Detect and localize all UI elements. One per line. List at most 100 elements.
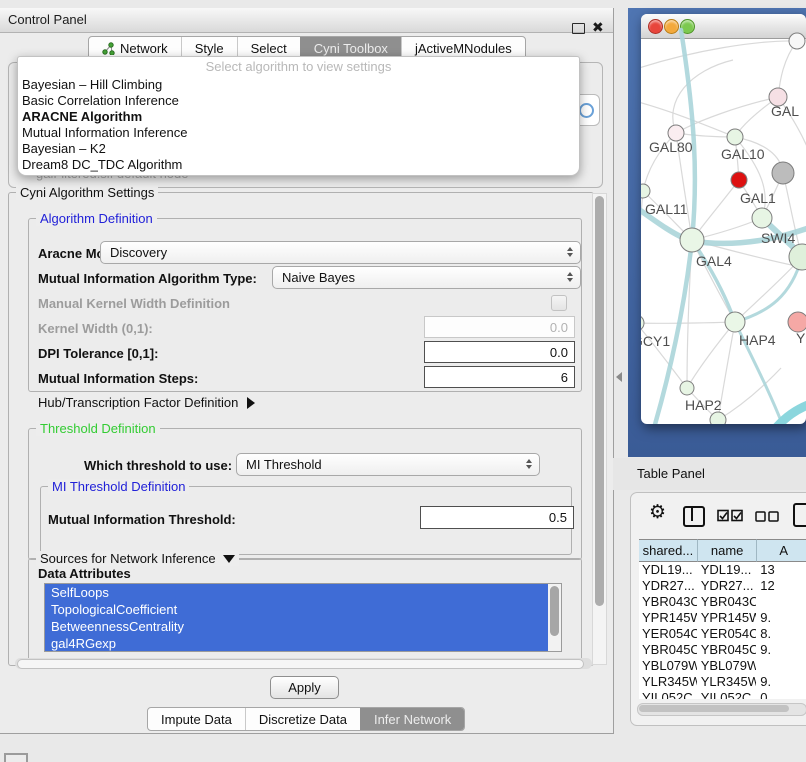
attribute-item[interactable]: TopologicalCoefficient <box>45 601 553 618</box>
table-cell[interactable]: 12 <box>757 578 806 594</box>
network-node[interactable] <box>641 315 644 331</box>
float-window-button[interactable] <box>572 23 585 34</box>
table-cell[interactable]: YDR27... <box>639 578 698 594</box>
table-hscrollbar[interactable] <box>637 703 806 716</box>
close-traffic-light[interactable] <box>648 19 663 34</box>
table-cell[interactable]: YBL079W <box>639 658 698 674</box>
table-cell[interactable]: YER054C <box>639 626 698 642</box>
table-cell[interactable]: 13 <box>757 562 806 578</box>
data-attributes-list[interactable]: SelfLoops TopologicalCoefficient Between… <box>44 583 562 652</box>
network-node[interactable] <box>727 129 743 145</box>
table-cell[interactable]: YLR345W <box>639 674 698 690</box>
table-cell[interactable]: YLR345W <box>698 674 758 690</box>
table-cell[interactable]: YPR145W <box>698 610 758 626</box>
which-threshold-select[interactable]: MI Threshold <box>236 453 540 476</box>
table-cell[interactable]: YBL079W <box>698 658 758 674</box>
mi-type-select[interactable]: Naive Bayes <box>272 266 581 289</box>
algorithm-item[interactable]: Bayesian – K2 <box>18 141 579 157</box>
kernel-width-field[interactable]: 0.0 <box>424 316 575 338</box>
tab-discretize-data[interactable]: Discretize Data <box>245 708 360 730</box>
checked-boxes-icon[interactable] <box>717 509 744 522</box>
table-header-cell[interactable]: shared... <box>639 539 698 562</box>
minimize-traffic-light[interactable] <box>664 19 679 34</box>
apply-button[interactable]: Apply <box>270 676 339 699</box>
aracne-mode-select[interactable]: Discovery <box>100 241 581 264</box>
table-cell[interactable]: YDL19... <box>639 562 698 578</box>
gear-icon[interactable]: ⚙ <box>649 501 666 524</box>
table-header-cell[interactable]: name <box>698 539 758 562</box>
table-cell[interactable] <box>757 658 806 674</box>
table-row[interactable]: YDL19...YDL19...13 <box>639 562 806 578</box>
table-cell[interactable]: 8. <box>757 626 806 642</box>
algorithm-item[interactable]: Dream8 DC_TDC Algorithm <box>18 157 579 173</box>
table-cell[interactable]: YBR043C <box>639 594 698 610</box>
control-panel-titlebar[interactable]: Control Panel ✖ <box>0 8 613 33</box>
close-panel-button[interactable]: ✖ <box>592 19 604 36</box>
table-row[interactable]: YBR043CYBR043C <box>639 594 806 610</box>
table-cell[interactable]: YER054C <box>698 626 758 642</box>
table-cell[interactable]: YPR145W <box>639 610 698 626</box>
tab-impute-data[interactable]: Impute Data <box>148 708 245 730</box>
table-header-cell[interactable]: A <box>757 539 806 562</box>
table-cell[interactable]: 0. <box>757 690 806 699</box>
algorithm-item[interactable]: Mutual Information Inference <box>18 125 579 141</box>
table-hscrollbar-thumb[interactable] <box>639 705 789 712</box>
table-cell[interactable]: 9. <box>757 610 806 626</box>
attribute-item[interactable]: gal4RGexp <box>45 635 553 652</box>
unchecked-boxes-icon[interactable] <box>755 511 780 522</box>
network-node[interactable] <box>680 228 704 252</box>
settings-scrollbar-thumb[interactable] <box>595 196 604 606</box>
algorithm-item[interactable]: Bayesian – Hill Climbing <box>18 77 579 93</box>
mi-steps-field[interactable]: 6 <box>424 366 575 388</box>
chevron-right-icon[interactable] <box>247 397 255 409</box>
algorithm-item-selected[interactable]: ARACNE Algorithm <box>18 109 579 125</box>
manual-kernel-checkbox[interactable] <box>551 295 567 311</box>
table-row[interactable]: YDR27...YDR27...12 <box>639 578 806 594</box>
network-node[interactable] <box>731 172 747 188</box>
table-cell[interactable]: YIL052C <box>698 690 758 699</box>
table-cell[interactable]: YIL052C <box>639 690 698 699</box>
network-node[interactable] <box>725 312 745 332</box>
hub-definition-section[interactable]: Hub/Transcription Factor Definition <box>38 395 255 410</box>
table-cell[interactable]: YDR27... <box>698 578 758 594</box>
list-scrollbar-thumb[interactable] <box>550 586 559 636</box>
network-node[interactable] <box>772 162 794 184</box>
table-cell[interactable] <box>757 594 806 610</box>
network-canvas[interactable]: GALGAL80GAL10GAL11GAL1GAL4SWI4GCY1HAP4YH… <box>641 38 806 424</box>
list-scrollbar[interactable] <box>548 584 561 651</box>
settings-hscrollbar-thumb[interactable] <box>17 659 584 669</box>
chevron-down-icon[interactable] <box>223 555 235 563</box>
divider-collapse-arrow[interactable] <box>616 372 622 382</box>
table-row[interactable]: YBL079WYBL079W <box>639 658 806 674</box>
table-cell[interactable]: 9. <box>757 674 806 690</box>
table-cell[interactable]: YDL19... <box>698 562 758 578</box>
network-window[interactable]: GALGAL80GAL10GAL11GAL1GAL4SWI4GCY1HAP4YH… <box>641 14 806 424</box>
dpi-tolerance-field[interactable]: 0.0 <box>424 341 575 363</box>
columns-icon[interactable] <box>683 506 705 527</box>
network-node[interactable] <box>710 412 726 424</box>
function-builder-icon[interactable] <box>793 503 806 527</box>
tab-infer-network[interactable]: Infer Network <box>360 708 464 730</box>
table-row[interactable]: YER054CYER054C8. <box>639 626 806 642</box>
algorithm-item[interactable]: Basic Correlation Inference <box>18 93 579 109</box>
network-node[interactable] <box>641 184 650 198</box>
network-node[interactable] <box>789 33 805 49</box>
attribute-item[interactable]: SelfLoops <box>45 584 553 601</box>
attribute-item[interactable]: BetweennessCentrality <box>45 618 553 635</box>
table-row[interactable]: YLR345WYLR345W9. <box>639 674 806 690</box>
settings-scrollbar[interactable] <box>592 193 607 665</box>
network-window-titlebar[interactable] <box>641 14 806 39</box>
mini-grid-button[interactable] <box>4 753 28 762</box>
sources-legend[interactable]: Sources for Network Inference <box>36 551 239 566</box>
table-cell[interactable]: YBR045C <box>698 642 758 658</box>
network-node[interactable] <box>680 381 694 395</box>
settings-hscrollbar[interactable] <box>15 658 592 669</box>
table-row[interactable]: YIL052CYIL052C0. <box>639 690 806 699</box>
network-node[interactable] <box>752 208 772 228</box>
table-row[interactable]: YBR045CYBR045C9. <box>639 642 806 658</box>
table-cell[interactable]: 9. <box>757 642 806 658</box>
mi-threshold-field[interactable]: 0.5 <box>420 506 574 529</box>
table-cell[interactable]: YBR045C <box>639 642 698 658</box>
table-row[interactable]: YPR145WYPR145W9. <box>639 610 806 626</box>
table-cell[interactable]: YBR043C <box>698 594 758 610</box>
